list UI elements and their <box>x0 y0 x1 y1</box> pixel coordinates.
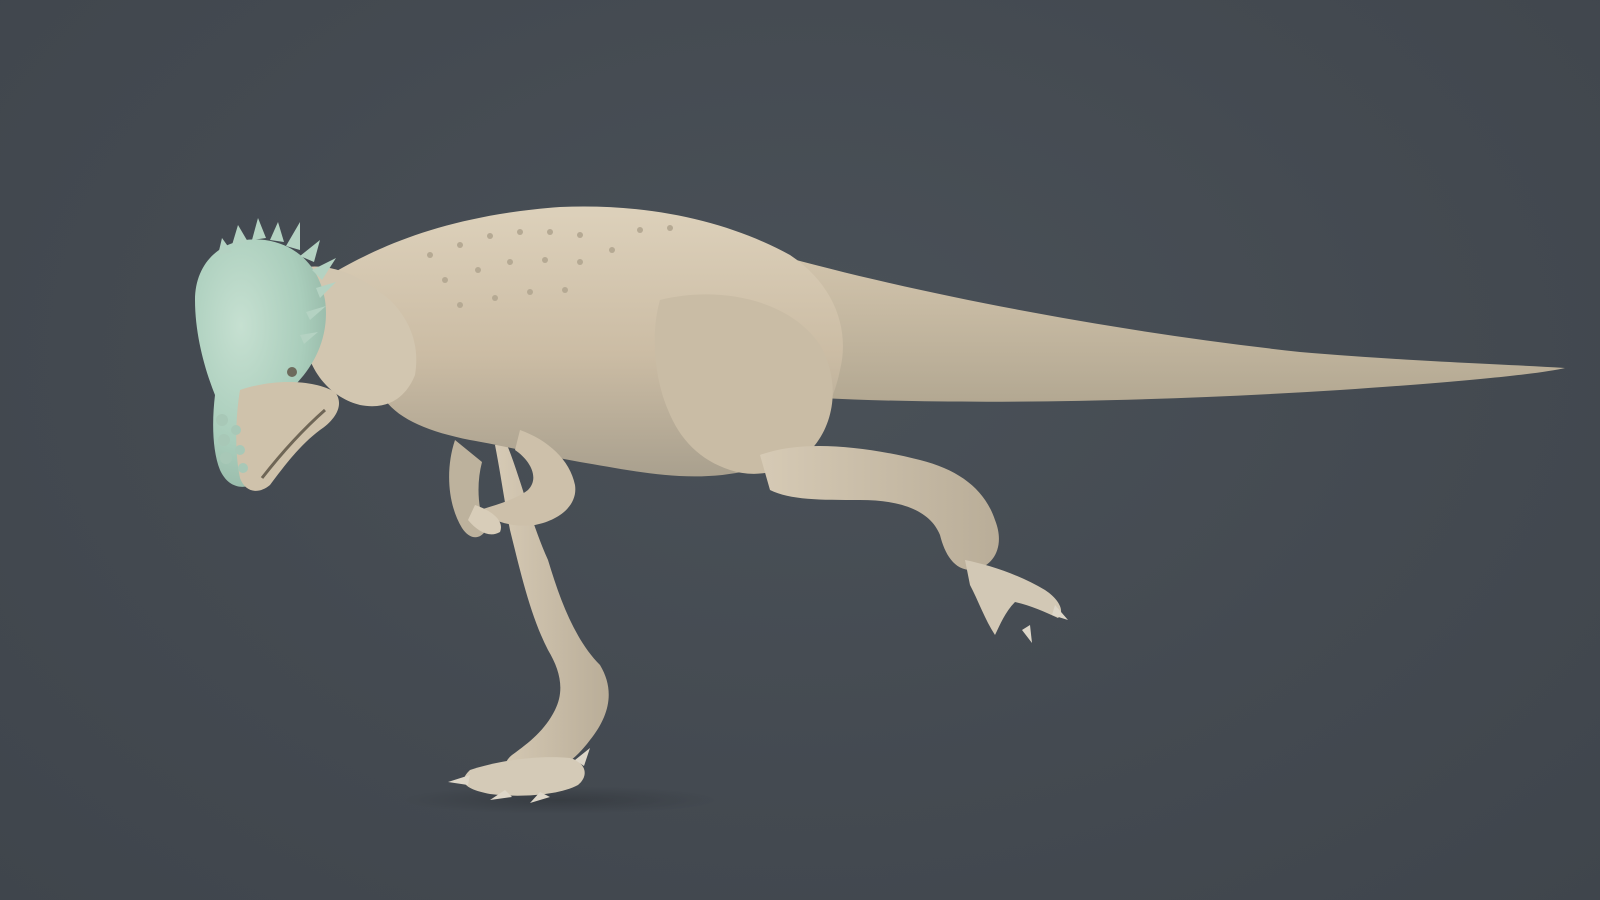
render-viewport <box>0 0 1600 900</box>
raised-foot <box>965 560 1062 635</box>
dinosaur-sculpt-icon <box>195 206 1565 814</box>
tail <box>760 250 1565 402</box>
raised-claw-2 <box>1022 625 1032 643</box>
standing-claw-1 <box>448 775 470 785</box>
snout <box>236 381 340 491</box>
raised-shin <box>760 445 999 571</box>
eye <box>287 367 297 377</box>
